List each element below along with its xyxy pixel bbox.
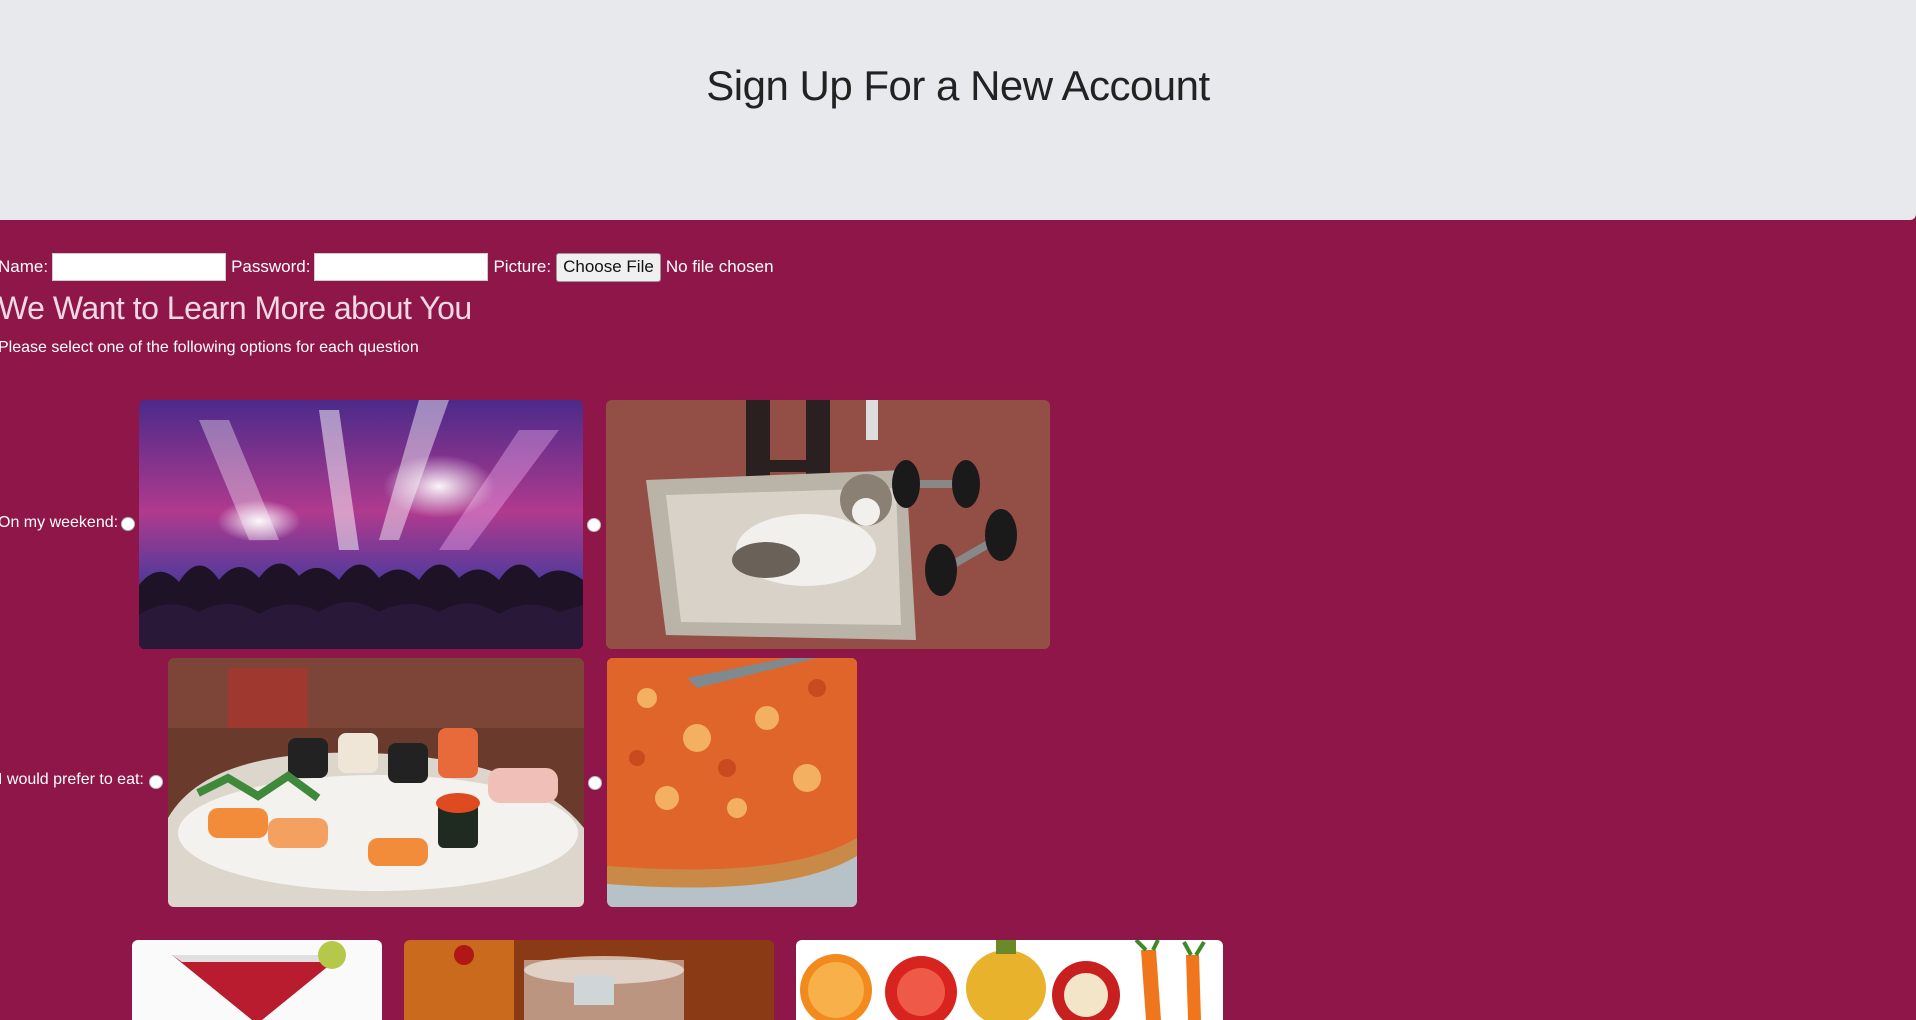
survey-instructions: Please select one of the following optio…: [0, 339, 419, 356]
password-label: Password:: [231, 257, 311, 276]
name-input[interactable]: [52, 253, 227, 281]
file-status-text: No file chosen: [665, 257, 774, 276]
question-food-label: I would prefer to eat:: [0, 771, 144, 788]
food-option-pizza-radio[interactable]: [588, 776, 602, 790]
weekend-option-relax-radio[interactable]: [587, 518, 601, 532]
name-label: Name:: [0, 257, 49, 276]
food-option-sushi-radio[interactable]: [149, 775, 163, 789]
whiskey-glasses-photo: [404, 940, 774, 1020]
question-weekend-label: On my weekend:: [0, 514, 119, 531]
pizza-photo: [607, 658, 857, 907]
signup-form: Name: Password: Picture: Choose File No …: [0, 251, 774, 283]
page-title: Sign Up For a New Account: [706, 62, 1210, 109]
header-banner: Sign Up For a New Account: [0, 0, 1916, 220]
choose-file-button[interactable]: Choose File: [556, 252, 661, 282]
concert-crowd-photo: [139, 400, 583, 649]
weekend-option-party-radio[interactable]: [121, 517, 135, 531]
survey-heading: We Want to Learn More about You: [0, 290, 472, 326]
sushi-platter-photo: [168, 658, 584, 907]
cocktail-photo: [132, 940, 382, 1020]
fruits-vegetables-photo: [796, 940, 1223, 1020]
cat-in-basket-with-dumbbells-photo: [606, 400, 1050, 649]
picture-label: Picture:: [493, 257, 552, 276]
password-input[interactable]: [314, 253, 489, 281]
